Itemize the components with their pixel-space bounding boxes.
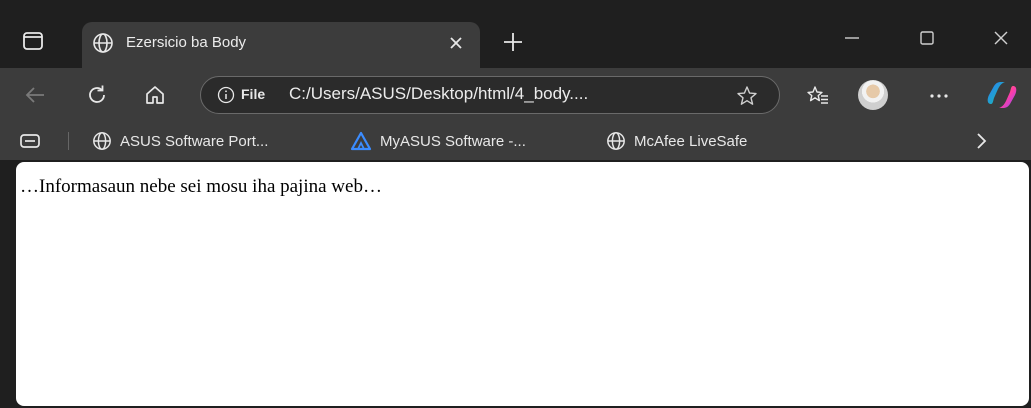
bookmark-asus-software-portal[interactable]: ASUS Software Port... — [92, 129, 268, 153]
tab-actions-icon[interactable] — [20, 28, 46, 54]
url-text[interactable]: C:/Users/ASUS/Desktop/html/4_body.... — [289, 84, 588, 104]
more-options-icon[interactable] — [924, 80, 954, 110]
maximize-icon[interactable] — [903, 22, 951, 54]
bookmark-label: MyASUS Software -... — [380, 132, 526, 150]
bookmark-label: McAfee LiveSafe — [634, 132, 748, 150]
globe-icon — [93, 132, 111, 150]
bookmark-label: ASUS Software Port... — [120, 132, 269, 150]
minimize-icon[interactable] — [828, 22, 876, 54]
myasus-logo-icon — [350, 131, 372, 151]
bookmark-myasus-software[interactable]: MyASUS Software -... — [350, 129, 526, 153]
globe-icon — [92, 32, 114, 54]
home-icon[interactable] — [140, 80, 170, 110]
close-tab-icon[interactable] — [444, 31, 468, 55]
url-scheme-label: File — [241, 86, 266, 102]
bookmarks-bar: ASUS Software Port... MyASUS Software -.… — [0, 122, 1031, 160]
info-icon[interactable] — [217, 86, 235, 104]
browser-window: Ezersicio ba Body File C:/Users/ASUS/Des… — [0, 0, 1031, 408]
back-arrow-icon[interactable] — [20, 80, 50, 110]
collections-icon[interactable] — [18, 131, 42, 151]
page-viewport: …Informasaun nebe sei mosu iha pajina we… — [16, 162, 1029, 406]
new-tab-plus-icon[interactable] — [500, 29, 526, 55]
chevron-right-icon[interactable] — [970, 130, 992, 152]
bookmarks-divider — [68, 132, 69, 150]
tab-active[interactable]: Ezersicio ba Body — [82, 22, 480, 68]
globe-icon — [607, 132, 625, 150]
profile-avatar[interactable] — [858, 80, 888, 110]
toolbar: File C:/Users/ASUS/Desktop/html/4_body..… — [0, 68, 1031, 122]
page-body-text: …Informasaun nebe sei mosu iha pajina we… — [20, 176, 382, 197]
address-bar[interactable]: File C:/Users/ASUS/Desktop/html/4_body..… — [200, 76, 780, 114]
bookmark-mcafee-livesafe[interactable]: McAfee LiveSafe — [606, 129, 747, 153]
favorite-star-icon[interactable] — [735, 84, 759, 108]
copilot-icon[interactable] — [985, 80, 1019, 110]
window-close-icon[interactable] — [977, 22, 1025, 54]
favorites-icon[interactable] — [803, 80, 833, 110]
tab-title: Ezersicio ba Body — [126, 34, 247, 51]
reload-icon[interactable] — [82, 80, 112, 110]
tab-strip: Ezersicio ba Body — [0, 0, 1031, 68]
